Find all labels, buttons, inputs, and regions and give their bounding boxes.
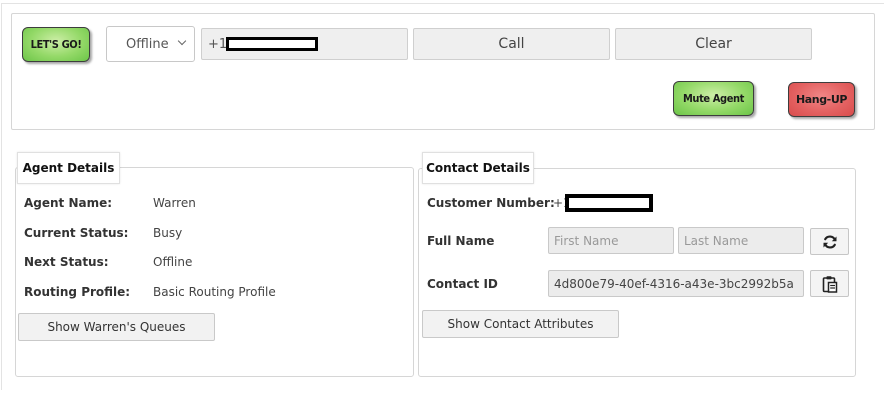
- customer-number-redaction: [565, 194, 653, 212]
- show-queues-label: Show Warren's Queues: [47, 320, 186, 334]
- contact-id-label: Contact ID: [427, 277, 498, 291]
- refresh-icon: [823, 234, 836, 249]
- phone-prefix: +1: [208, 37, 228, 52]
- contact-details-title: Contact Details: [422, 152, 534, 184]
- clear-button[interactable]: Clear: [615, 28, 812, 60]
- clipboard-icon: [822, 275, 837, 293]
- routing-profile-value: Basic Routing Profile: [153, 285, 276, 299]
- agent-name-label: Agent Name:: [24, 196, 113, 210]
- redaction-block: [226, 37, 318, 51]
- routing-profile-label: Routing Profile:: [24, 285, 131, 299]
- agent-status-select[interactable]: Offline: [106, 26, 195, 62]
- agent-details-title: Agent Details: [17, 152, 120, 184]
- next-status-value: Offline: [153, 255, 193, 269]
- agent-name-value: Warren: [153, 196, 196, 210]
- show-contact-attributes-button[interactable]: Show Contact Attributes: [422, 310, 619, 338]
- contact-id-value: 4d800e79-40ef-4316-a43e-3bc2992b5a: [554, 276, 794, 291]
- lets-go-button[interactable]: LET'S GO!: [22, 27, 90, 62]
- call-button[interactable]: Call: [413, 28, 610, 60]
- hang-up-label: Hang-UP: [795, 93, 848, 106]
- lets-go-label: LET'S GO!: [30, 38, 82, 51]
- mute-agent-label: Mute Agent: [682, 92, 745, 105]
- chevron-down-icon: [177, 36, 187, 46]
- clear-label: Clear: [695, 36, 732, 52]
- contact-id-field[interactable]: 4d800e79-40ef-4316-a43e-3bc2992b5a: [548, 270, 804, 297]
- full-name-label: Full Name: [427, 234, 495, 248]
- current-status-value: Busy: [153, 226, 183, 240]
- call-label: Call: [498, 36, 525, 52]
- customer-number-label: Customer Number:: [427, 196, 555, 210]
- refresh-button[interactable]: [810, 228, 849, 255]
- phone-number-input[interactable]: +1: [201, 28, 408, 60]
- next-status-label: Next Status:: [24, 255, 109, 269]
- mute-agent-button[interactable]: Mute Agent: [673, 81, 754, 116]
- hang-up-button[interactable]: Hang-UP: [788, 82, 855, 117]
- agent-status-value: Offline: [126, 36, 169, 52]
- last-name-placeholder: Last Name: [684, 233, 749, 248]
- first-name-placeholder: First Name: [554, 233, 619, 248]
- first-name-input[interactable]: First Name: [548, 227, 674, 254]
- current-status-label: Current Status:: [24, 226, 129, 240]
- show-queues-button[interactable]: Show Warren's Queues: [18, 313, 215, 341]
- last-name-input[interactable]: Last Name: [678, 227, 804, 254]
- copy-contact-id-button[interactable]: [810, 270, 849, 297]
- show-contact-attributes-label: Show Contact Attributes: [447, 317, 594, 331]
